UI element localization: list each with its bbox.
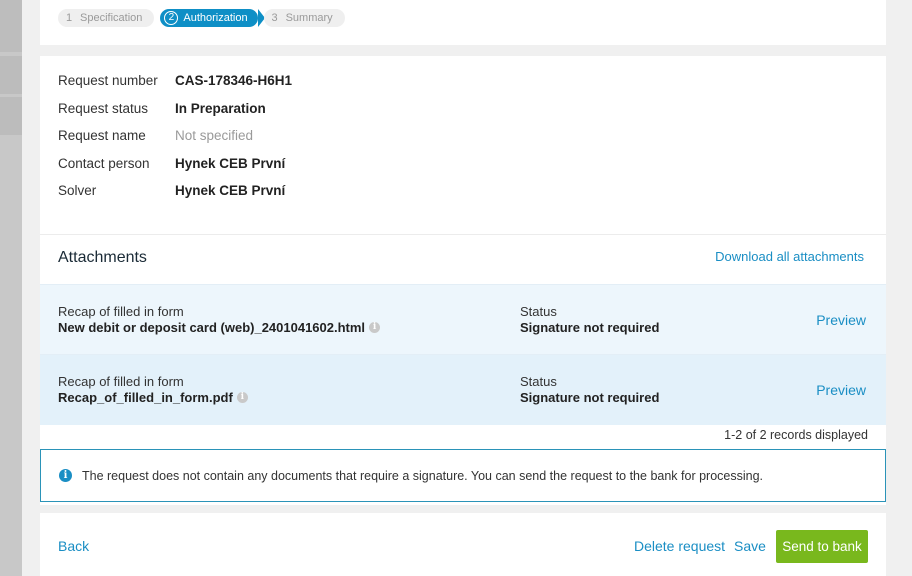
stepper: 1 Specification 2 Authorization 3 Summar…: [58, 9, 351, 27]
info-notice: i The request does not contain any docum…: [40, 449, 886, 502]
attachment-status-value: Signature not required: [520, 320, 660, 335]
info-icon: i: [59, 469, 72, 482]
attachment-filename: Recap_of_filled_in_form.pdf i: [58, 390, 248, 405]
preview-link[interactable]: Preview: [816, 312, 866, 328]
contact-person-value: Hynek CEB První: [175, 155, 286, 171]
step-label: Authorization: [183, 12, 248, 24]
delete-request-link[interactable]: Delete request: [634, 538, 725, 554]
download-all-attachments-link[interactable]: Download all attachments: [715, 249, 864, 264]
send-to-bank-button[interactable]: Send to bank: [776, 530, 868, 563]
info-icon[interactable]: i: [236, 392, 248, 403]
left-rail-segment: [0, 0, 22, 52]
attachment-caption: Recap of filled in form: [58, 304, 184, 319]
footer-panel: Back Delete request Save Send to bank: [40, 513, 886, 576]
notice-message: The request does not contain any documen…: [82, 468, 763, 483]
step-label: Specification: [80, 12, 143, 24]
attachment-caption: Recap of filled in form: [58, 374, 184, 389]
left-rail-segment: [0, 97, 22, 135]
attachment-filename-text: Recap_of_filled_in_form.pdf: [58, 390, 233, 405]
attachment-filename: New debit or deposit card (web)_24010416…: [58, 320, 381, 335]
attachment-status-label: Status: [520, 304, 557, 319]
divider: [40, 234, 886, 235]
step-label: Summary: [285, 12, 333, 24]
records-count: 1-2 of 2 records displayed: [724, 428, 868, 442]
detail-label: Request number: [58, 73, 158, 88]
detail-label: Contact person: [58, 155, 150, 171]
attachment-row: Recap of filled in form New debit or dep…: [40, 284, 886, 355]
preview-link[interactable]: Preview: [816, 382, 866, 398]
detail-row-request-name: Request name Not specified: [58, 128, 292, 156]
step-number: 3: [271, 12, 278, 24]
step-specification[interactable]: 1 Specification: [58, 9, 155, 27]
detail-row-request-number: Request number CAS-178346-H6H1: [58, 73, 292, 101]
attachments-title: Attachments: [58, 249, 147, 266]
step-summary[interactable]: 3 Summary: [263, 9, 345, 27]
left-rail: [0, 0, 22, 576]
attachment-filename-text: New debit or deposit card (web)_24010416…: [58, 320, 366, 335]
request-name-value: Not specified: [175, 128, 254, 143]
step-number: 1: [65, 12, 73, 24]
detail-row-contact-person: Contact person Hynek CEB První: [58, 156, 292, 184]
info-icon[interactable]: i: [369, 322, 381, 333]
stepper-panel: 1 Specification 2 Authorization 3 Summar…: [40, 0, 886, 45]
left-rail-segment: [0, 56, 22, 94]
solver-value: Hynek CEB První: [175, 183, 286, 198]
detail-label: Solver: [58, 183, 97, 198]
step-authorization[interactable]: 2 Authorization: [160, 9, 265, 27]
attachment-row: Recap of filled in form Recap_of_filled_…: [40, 354, 886, 425]
attachment-status-label: Status: [520, 374, 557, 389]
attachment-status-value: Signature not required: [520, 390, 660, 405]
detail-row-solver: Solver Hynek CEB První: [58, 183, 292, 211]
request-panel: Request number CAS-178346-H6H1 Request s…: [40, 56, 886, 505]
step-number: 2: [164, 11, 179, 25]
request-number-value: CAS-178346-H6H1: [175, 73, 293, 88]
detail-label: Request name: [58, 128, 146, 143]
detail-row-request-status: Request status In Preparation: [58, 101, 292, 129]
request-details: Request number CAS-178346-H6H1 Request s…: [58, 73, 292, 211]
back-link[interactable]: Back: [58, 538, 89, 554]
save-link[interactable]: Save: [734, 538, 766, 554]
detail-label: Request status: [58, 100, 149, 116]
request-status-value: In Preparation: [175, 100, 266, 116]
